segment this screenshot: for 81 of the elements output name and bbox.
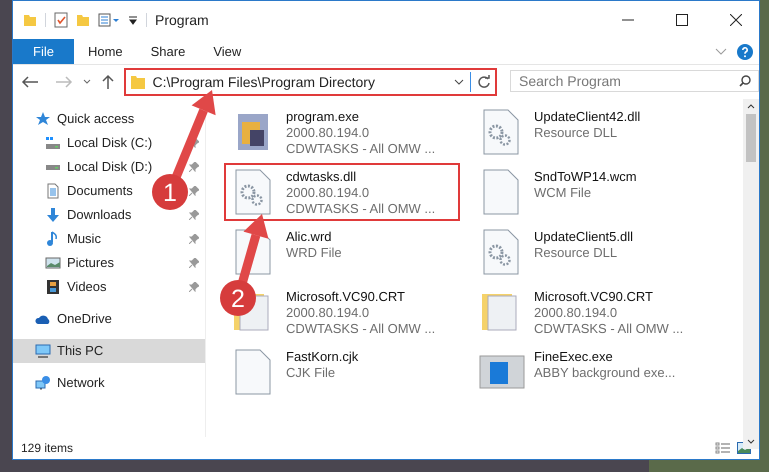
sidebar-item[interactable]: Documents <box>67 181 133 201</box>
sidebar-item[interactable]: Local Disk (D:) <box>67 157 152 177</box>
download-arrow-icon <box>45 207 61 223</box>
file-detail: CJK File <box>286 365 336 381</box>
file-detail: 2000.80.194.0 <box>286 305 370 321</box>
monitor-icon <box>35 343 51 359</box>
pin-icon[interactable] <box>189 282 199 292</box>
folder-icon <box>130 74 146 90</box>
callout-number: 1 <box>163 179 177 207</box>
network-icon <box>35 375 51 391</box>
maximize-icon <box>676 14 688 26</box>
file-name: FastKorn.cjk <box>286 349 358 365</box>
close-icon <box>730 14 742 26</box>
pin-icon[interactable] <box>189 210 199 220</box>
details-view-icon[interactable] <box>715 442 731 454</box>
pin-icon[interactable] <box>189 186 199 196</box>
ribbon-tab[interactable]: File <box>13 39 74 64</box>
chevron-icon[interactable] <box>82 79 91 85</box>
sidebar-item[interactable]: OneDrive <box>57 309 112 329</box>
file-name: Alic.wrd <box>286 229 333 245</box>
sidebar-item[interactable]: Videos <box>67 277 107 297</box>
ribbon-tab[interactable]: View <box>199 39 256 64</box>
file-detail: 2000.80.194.0 <box>286 125 370 141</box>
file-detail: ABBY background exe... <box>534 365 676 381</box>
file-detail: 2000.80.194.0 <box>534 305 618 321</box>
file-name: SndToWP14.wcm <box>534 169 637 185</box>
file-name: Microsoft.VC90.CRT <box>286 289 406 305</box>
window-title: Program <box>155 10 209 30</box>
scrollbar[interactable] <box>743 99 759 449</box>
file-name: FineExec.exe <box>534 349 614 365</box>
file-detail: CDWTASKS - All OMW ... <box>286 201 436 217</box>
pin-icon[interactable] <box>189 162 199 172</box>
checkmark-icon[interactable] <box>54 12 68 28</box>
file-detail: WCM File <box>534 185 592 201</box>
drive-icon <box>45 135 61 151</box>
search-field[interactable]: Search Program <box>510 70 759 92</box>
sidebar-item[interactable]: Network <box>57 373 105 393</box>
callout-number: 2 <box>231 285 245 313</box>
file-detail: 2000.80.194.0 <box>286 185 370 201</box>
sidebar-item[interactable]: Local Disk (C:) <box>67 133 152 153</box>
file-detail: CDWTASKS - All OMW ... <box>286 321 436 337</box>
pin-icon[interactable] <box>189 234 199 244</box>
chevron-icon[interactable] <box>747 104 755 109</box>
file-detail: WRD File <box>286 245 342 261</box>
sidebar-item[interactable]: Pictures <box>67 253 114 273</box>
search-icon <box>739 75 751 87</box>
film-icon <box>45 279 61 295</box>
star-icon <box>35 111 51 127</box>
scrollbar-thumb[interactable] <box>746 114 756 162</box>
ribbon-tab[interactable]: Share <box>136 39 200 64</box>
file-name: UpdateClient42.dll <box>534 109 640 125</box>
file-name: cdwtasks.dll <box>286 169 358 185</box>
sidebar-item[interactable]: This PC <box>13 339 205 363</box>
up-arrow-icon[interactable] <box>100 74 114 90</box>
item-count: 129 items <box>21 440 74 457</box>
file-detail: CDWTASKS - All OMW ... <box>286 141 436 157</box>
file-name: Microsoft.VC90.CRT <box>534 289 654 305</box>
document-icon <box>45 183 61 199</box>
properties-icon[interactable] <box>98 13 120 27</box>
refresh-icon[interactable] <box>477 75 491 89</box>
chevron-icon[interactable] <box>454 79 464 85</box>
file-detail: Resource DLL <box>534 245 618 261</box>
address-bar[interactable]: C:\Program Files\Program Directory <box>124 68 497 96</box>
address-path: C:\Program Files\Program Directory <box>152 72 376 92</box>
file-item[interactable]: cdwtasks.dll 2000.80.194.0 CDWTASKS - All OMW ... <box>224 163 460 221</box>
sidebar-item[interactable]: Music <box>67 229 101 249</box>
ribbon-tab[interactable]: Home <box>74 39 137 64</box>
file-name: program.exe <box>286 109 360 125</box>
file-detail: CDWTASKS - All OMW ... <box>534 321 684 337</box>
pin-icon[interactable] <box>189 258 199 268</box>
chevron-icon[interactable] <box>747 439 755 444</box>
file-detail: Resource DLL <box>534 125 618 141</box>
sidebar-item[interactable]: Downloads <box>67 205 132 225</box>
file-name: UpdateClient5.dll <box>534 229 634 245</box>
dropdown-icon[interactable] <box>128 15 138 25</box>
sidebar-item[interactable]: Quick access <box>57 109 134 129</box>
picture-icon <box>45 255 61 271</box>
drive-icon <box>45 162 61 172</box>
back-arrow-icon[interactable] <box>21 75 39 89</box>
help-icon[interactable] <box>737 44 753 60</box>
minimize-icon <box>622 19 634 21</box>
